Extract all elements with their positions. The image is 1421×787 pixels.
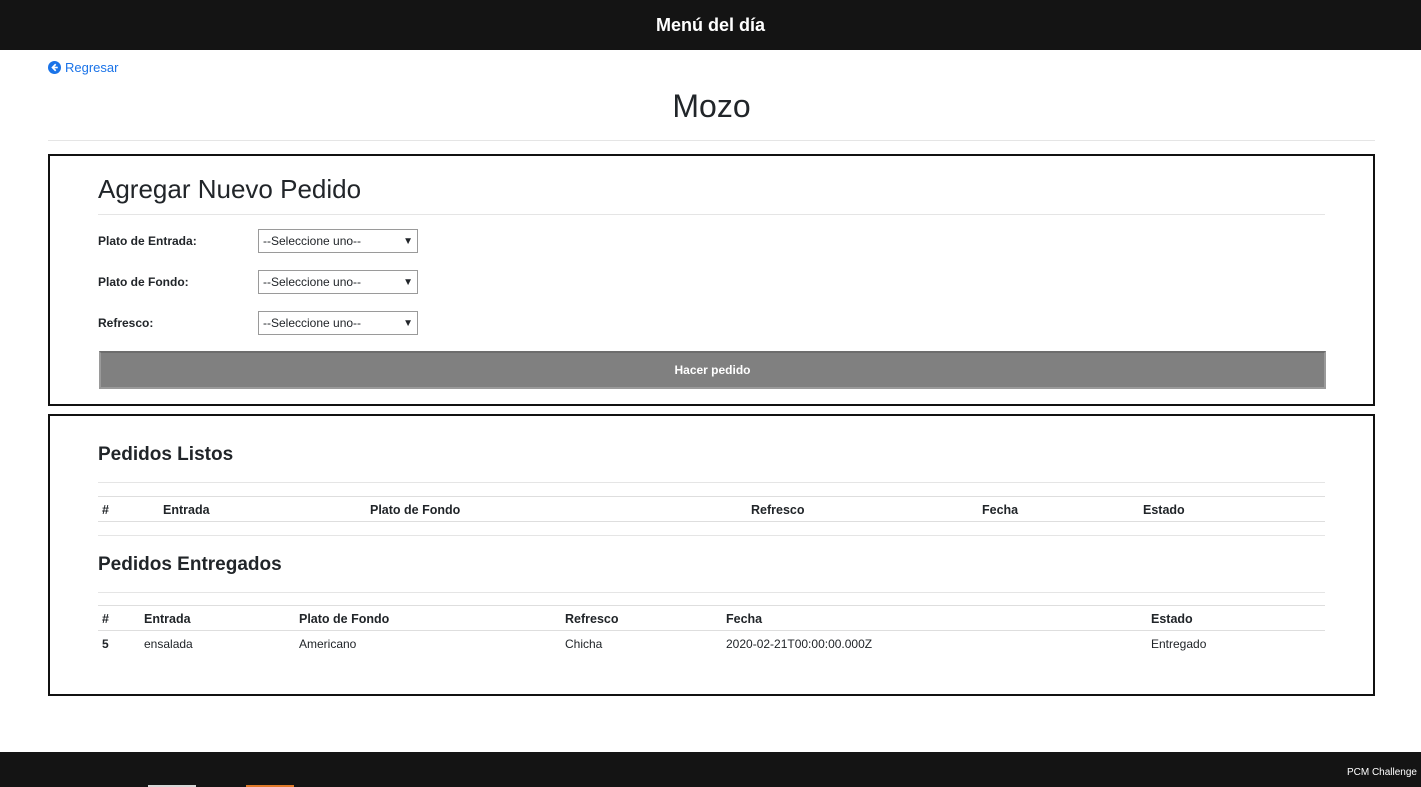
column-header: Entrada xyxy=(144,612,191,626)
back-link-label: Regresar xyxy=(65,60,119,75)
arrow-circle-left-icon xyxy=(48,61,61,74)
orders-panel: Pedidos Listos # Entrada Plato de Fondo … xyxy=(48,414,1375,696)
title-divider xyxy=(48,140,1375,141)
starter-select[interactable]: --Seleccione uno-- ▼ xyxy=(258,229,418,253)
footer-credit: PCM Challenge xyxy=(1346,767,1417,778)
ready-divider xyxy=(98,482,1325,483)
status-cell: Entregado xyxy=(1151,637,1207,651)
ready-orders-title: Pedidos Listos xyxy=(98,444,234,465)
column-header: Plato de Fondo xyxy=(299,612,390,626)
column-header: Estado xyxy=(1151,612,1193,626)
drink-cell: Chicha xyxy=(565,637,603,651)
starter-label: Plato de Entrada: xyxy=(98,234,197,248)
starter-select-value: --Seleccione uno-- xyxy=(263,234,362,248)
chevron-down-icon: ▼ xyxy=(403,235,413,247)
table-header: # Entrada Plato de Fondo Refresco Fecha … xyxy=(98,605,1325,631)
chevron-down-icon: ▼ xyxy=(403,317,413,329)
table-header: # Entrada Plato de Fondo Refresco Fecha … xyxy=(98,496,1325,522)
new-order-panel: Agregar Nuevo Pedido Plato de Entrada: -… xyxy=(48,154,1375,406)
column-header: # xyxy=(102,503,109,517)
form-divider xyxy=(98,214,1325,215)
column-header: Plato de Fondo xyxy=(370,503,461,517)
drink-field-row: Refresco: --Seleccione uno-- ▼ xyxy=(98,311,418,335)
chevron-down-icon: ▼ xyxy=(403,276,413,288)
delivered-orders-title: Pedidos Entregados xyxy=(98,554,282,575)
column-header: Refresco xyxy=(565,612,619,626)
main-dish-select[interactable]: --Seleccione uno-- ▼ xyxy=(258,270,418,294)
column-header: Fecha xyxy=(726,612,763,626)
starter-field-row: Plato de Entrada: --Seleccione uno-- ▼ xyxy=(98,229,418,253)
section-divider xyxy=(98,535,1325,536)
main-dish-label: Plato de Fondo: xyxy=(98,275,189,289)
main-dish-cell: Americano xyxy=(299,637,357,651)
table-row: 5 ensalada Americano Chicha 2020-02-21T0… xyxy=(98,631,1325,657)
top-navbar: Menú del día xyxy=(0,0,1421,50)
main-dish-field-row: Plato de Fondo: --Seleccione uno-- ▼ xyxy=(98,270,418,294)
back-link[interactable]: Regresar xyxy=(48,60,118,75)
main-dish-select-value: --Seleccione uno-- xyxy=(263,275,362,289)
ready-orders-table: # Entrada Plato de Fondo Refresco Fecha … xyxy=(98,496,1325,522)
place-order-button[interactable]: Hacer pedido xyxy=(99,351,1326,389)
column-header: # xyxy=(102,612,109,626)
drink-label: Refresco: xyxy=(98,316,154,330)
column-header: Entrada xyxy=(163,503,210,517)
drink-select-value: --Seleccione uno-- xyxy=(263,316,362,330)
footer: PCM Challenge xyxy=(0,752,1421,787)
new-order-title: Agregar Nuevo Pedido xyxy=(98,174,362,204)
drink-select[interactable]: --Seleccione uno-- ▼ xyxy=(258,311,418,335)
delivered-divider xyxy=(98,592,1325,593)
starter-cell: ensalada xyxy=(144,637,193,651)
page-title: Mozo xyxy=(672,88,751,124)
delivered-orders-table: # Entrada Plato de Fondo Refresco Fecha … xyxy=(98,605,1325,657)
column-header: Estado xyxy=(1143,503,1185,517)
column-header: Fecha xyxy=(982,503,1019,517)
order-id-cell: 5 xyxy=(102,637,109,651)
date-cell: 2020-02-21T00:00:00.000Z xyxy=(726,637,873,651)
app-title: Menú del día xyxy=(655,14,765,35)
column-header: Refresco xyxy=(751,503,805,517)
